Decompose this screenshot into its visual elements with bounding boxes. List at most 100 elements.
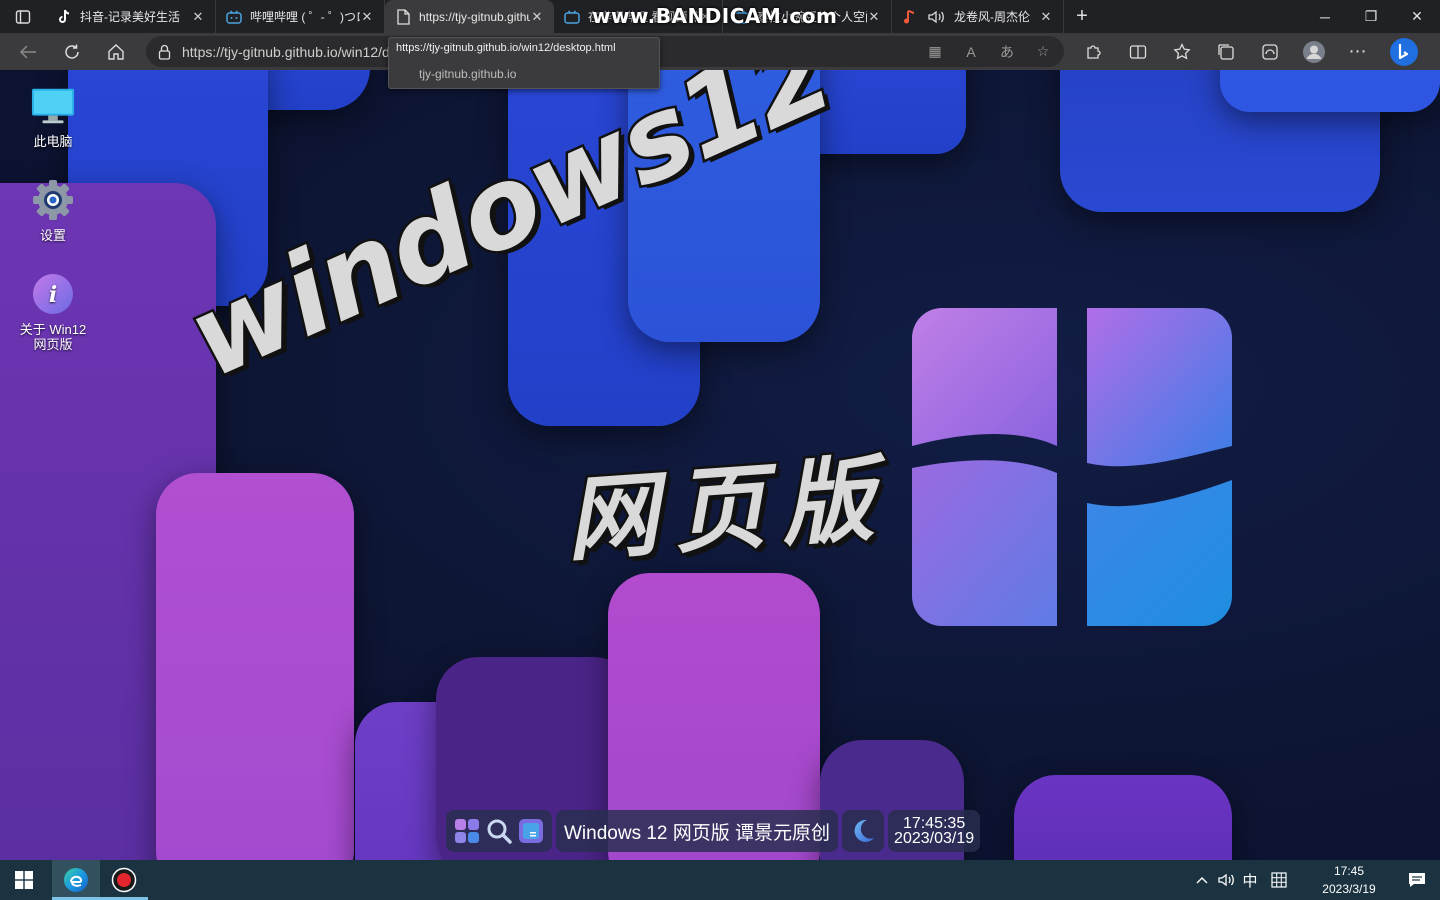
wallpaper-shape — [156, 473, 354, 860]
browser-toolbar: https://tjy-gitnub.github.io/win12/deskt… — [0, 33, 1440, 70]
new-tab-button[interactable]: + — [1064, 0, 1100, 33]
wallpaper-shape — [1220, 70, 1440, 112]
browser-tab[interactable]: 龙卷风-周杰伦 ✕ — [892, 0, 1064, 33]
system-time: 17:45 — [1333, 864, 1365, 878]
keyboard-grid-icon — [1271, 872, 1287, 888]
bing-icon — [1390, 37, 1418, 66]
system-tray: 中 17:45 2023/3/19 — [1190, 860, 1440, 900]
close-window-button[interactable]: ✕ — [1394, 0, 1440, 33]
volume-button[interactable] — [1214, 860, 1238, 900]
restore-button[interactable]: ❐ — [1348, 0, 1394, 33]
os-taskbar: 中 17:45 2023/3/19 — [0, 860, 1440, 900]
recording-watermark: www.BANDICAM.com — [592, 4, 838, 28]
input-method-indicator[interactable]: 中 — [1238, 860, 1262, 900]
volume-icon — [1218, 873, 1234, 887]
edge-icon — [64, 868, 88, 892]
address-bar-icons: ▦ A あ ☆ — [924, 36, 1054, 67]
favorites-button[interactable] — [1160, 33, 1204, 70]
avatar — [1303, 40, 1325, 63]
windows-start-button[interactable] — [0, 860, 48, 900]
refresh-button[interactable] — [50, 33, 94, 70]
tab-close-button[interactable]: ✕ — [360, 9, 374, 24]
browser-tab[interactable]: 哔哩哔哩 ( ゜- ゜)つロ ✕ — [216, 0, 385, 33]
desktop-icon-label: 设置 — [39, 228, 66, 243]
collections-button[interactable] — [1204, 33, 1248, 70]
web-edition-title: 网页版 — [560, 442, 896, 576]
desktop-icon-settings[interactable]: 设置 — [8, 178, 98, 243]
moon-icon — [854, 819, 875, 842]
web-taskbar-date: 2023/03/19 — [894, 830, 975, 847]
notification-icon — [1409, 873, 1425, 887]
taskbar-app-edge[interactable] — [52, 860, 100, 900]
favorites-star-icon — [1173, 42, 1191, 60]
record-icon — [111, 867, 137, 893]
start-menu-icon[interactable] — [454, 818, 480, 844]
tab-actions-icon — [15, 9, 31, 24]
tab-close-button[interactable]: ✕ — [530, 9, 544, 24]
search-icon[interactable] — [486, 818, 512, 844]
web-taskbar-clock[interactable]: 17:45:35 2023/03/19 — [888, 810, 981, 852]
url-tooltip-full: https://tjy-gitnub.github.io/win12/deskt… — [396, 42, 616, 54]
desktop-icon-label: 此电脑 — [33, 134, 73, 149]
taskbar-app-bandicam[interactable] — [100, 860, 148, 900]
this-pc-icon — [31, 84, 75, 128]
windows-logo-icon — [15, 871, 33, 889]
refresh-icon — [65, 44, 79, 59]
desktop-icon-label: 关于 Win12 网页版 — [19, 322, 87, 352]
split-screen-button[interactable] — [1116, 33, 1160, 70]
back-button[interactable] — [6, 33, 50, 70]
bing-chat-button[interactable] — [1382, 33, 1426, 70]
tab-close-button[interactable]: ✕ — [867, 9, 881, 24]
tiktok-icon — [56, 9, 72, 25]
tab-close-button[interactable]: ✕ — [1039, 9, 1053, 24]
web-taskbar-label: Windows 12 网页版 谭景元原创 — [564, 822, 831, 844]
profile-button[interactable] — [1292, 33, 1336, 70]
tab-close-button[interactable]: ✕ — [191, 9, 205, 24]
window-controls: ─ ❐ ✕ — [1302, 0, 1440, 33]
more-dots-icon: ⋯ — [1348, 41, 1368, 61]
tab-actions-button[interactable] — [0, 0, 46, 33]
notification-center-button[interactable] — [1394, 860, 1440, 900]
extensions-button[interactable] — [1072, 33, 1116, 70]
browser-tab-active[interactable]: https://tjy-gitnub.github.io/win12/deskt… — [385, 0, 554, 33]
bilibili-icon — [564, 9, 580, 25]
web-taskbar-label-pill: Windows 12 网页版 谭景元原创 — [556, 810, 839, 852]
lock-icon[interactable] — [146, 44, 182, 60]
theme-toggle-button[interactable] — [842, 810, 885, 852]
performance-button[interactable] — [1248, 33, 1292, 70]
translate-icon[interactable]: あ — [996, 41, 1018, 63]
win12-desktop[interactable]: windows12 网页版 此电脑 设置 i 关于 Win12 网页版 Wind… — [0, 70, 1440, 860]
widgets-icon[interactable] — [518, 818, 544, 844]
app-available-icon[interactable]: ▦ — [924, 41, 946, 63]
page-icon — [395, 8, 411, 25]
web-taskbar: Windows 12 网页版 谭景元原创 17:45:35 2023/03/19 — [446, 810, 981, 852]
bilibili-icon — [226, 9, 242, 25]
windows12-logo — [912, 308, 1232, 626]
home-icon — [108, 43, 124, 60]
home-button[interactable] — [94, 33, 138, 70]
web-taskbar-time: 17:45:35 — [902, 815, 966, 832]
desktop-icon-this-pc[interactable]: 此电脑 — [8, 84, 98, 149]
web-taskbar-apps — [446, 810, 552, 852]
toolbar-right-group: ⋯ — [1072, 33, 1426, 70]
minimize-button[interactable]: ─ — [1302, 0, 1348, 33]
settings-icon — [31, 178, 75, 222]
read-aloud-icon[interactable]: A — [960, 41, 982, 63]
tab-title: 抖音-记录美好生活 — [80, 10, 180, 24]
show-hidden-icons-button[interactable] — [1190, 860, 1214, 900]
chevron-up-icon — [1196, 877, 1208, 884]
puzzle-icon — [1087, 44, 1101, 59]
about-icon: i — [31, 272, 75, 316]
system-clock[interactable]: 17:45 2023/3/19 — [1304, 862, 1394, 898]
svg-text:i: i — [49, 282, 57, 308]
performance-icon — [1262, 43, 1278, 60]
back-arrow-icon — [19, 44, 36, 59]
add-favorite-icon[interactable]: ☆ — [1032, 41, 1054, 63]
collections-icon — [1218, 43, 1234, 60]
speaker-icon[interactable] — [926, 9, 946, 25]
desktop-icon-about[interactable]: i 关于 Win12 网页版 — [8, 272, 98, 352]
url-tooltip-host: tjy-gitnub.github.io — [419, 67, 517, 81]
browser-tab[interactable]: 抖音-记录美好生活 ✕ — [46, 0, 216, 33]
ime-mode-button[interactable] — [1262, 860, 1296, 900]
settings-more-button[interactable]: ⋯ — [1336, 33, 1380, 70]
